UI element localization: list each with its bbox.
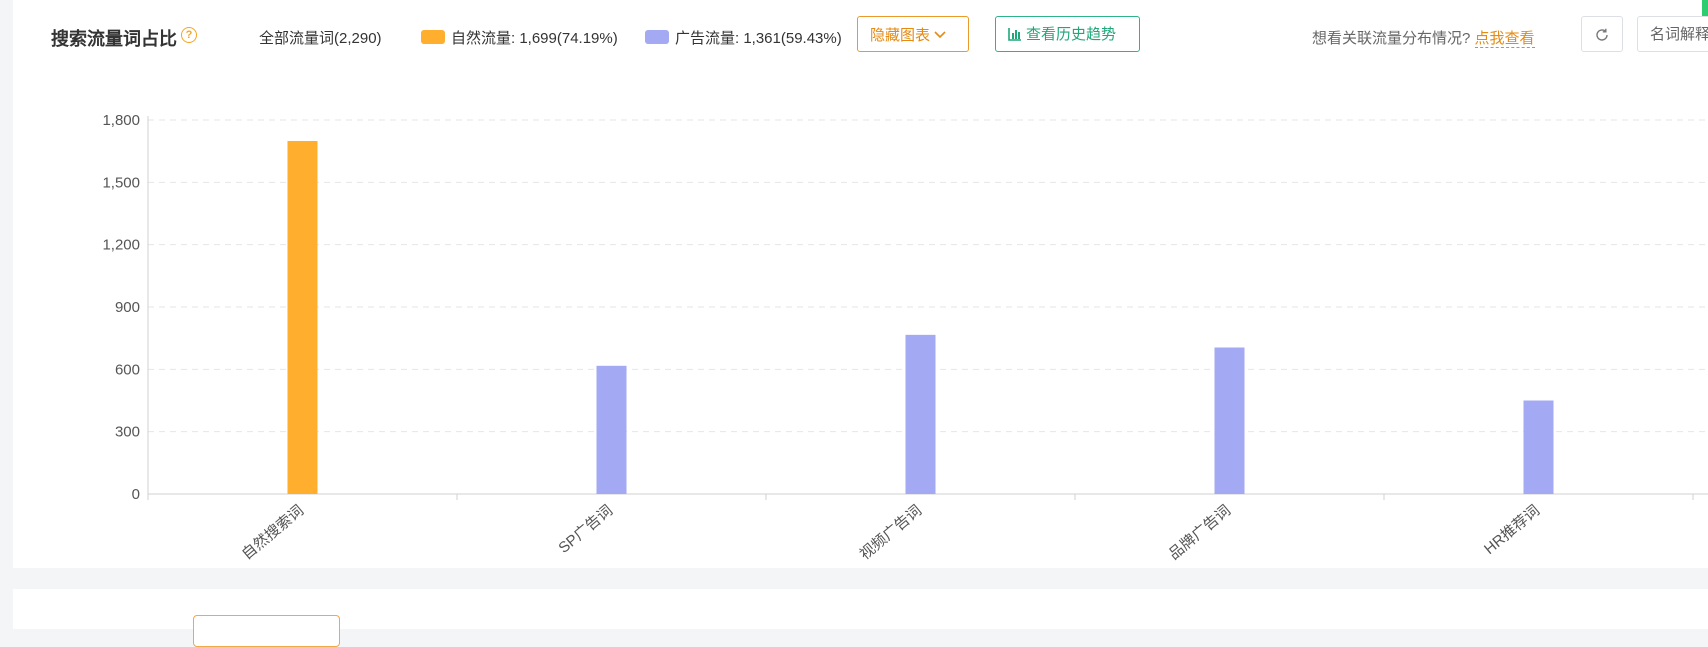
bar — [905, 334, 936, 494]
x-tick-label: 视频广告词 — [857, 502, 925, 563]
x-tick-label: 自然搜索词 — [239, 502, 307, 563]
bar — [287, 140, 318, 495]
y-tick-label: 1,500 — [102, 174, 140, 191]
y-tick-label: 1,800 — [102, 112, 140, 129]
bar-chart: 0 300 600 900 1,200 1,500 1,800 自然搜索词 SP广告词 视频广告词… — [102, 112, 1708, 563]
lower-tab-button[interactable] — [193, 615, 340, 647]
y-tick-label: 1,200 — [102, 237, 140, 254]
x-tick-label: 品牌广告词 — [1166, 502, 1234, 563]
bar — [1523, 400, 1554, 494]
y-tick-label: 0 — [132, 486, 140, 503]
y-tick-label: 900 — [115, 299, 140, 316]
chart-card: 搜索流量词占比 ? 全部流量词(2,290) 自然流量: 1,699(74.19… — [13, 0, 1708, 568]
y-tick-label: 300 — [115, 424, 140, 441]
x-tick-label: HR推荐词 — [1481, 502, 1543, 558]
chart-area: 0 300 600 900 1,200 1,500 1,800 自然搜索词 SP广告词 视频广告词… — [13, 0, 1708, 573]
y-tick-label: 600 — [115, 361, 140, 378]
bar — [596, 365, 627, 494]
lower-card — [13, 589, 1708, 647]
x-tick-label: SP广告词 — [555, 502, 616, 557]
bar — [1214, 347, 1245, 494]
